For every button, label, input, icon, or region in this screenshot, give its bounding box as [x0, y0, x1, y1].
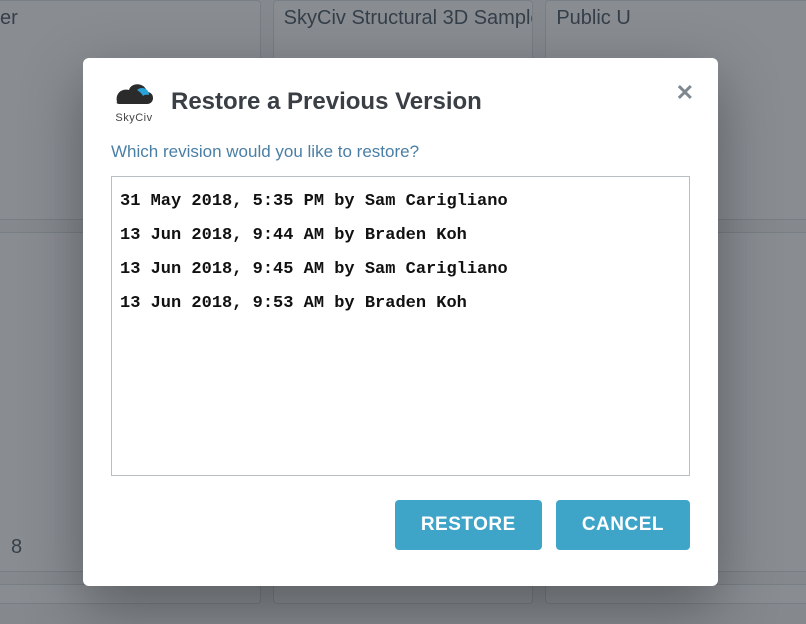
revision-item[interactable]: 13 Jun 2018, 9:44 AM by Braden Koh: [118, 219, 683, 253]
close-icon: ✕: [676, 80, 694, 105]
modal-subtitle: Which revision would you like to restore…: [111, 142, 690, 162]
modal-actions: RESTORE CANCEL: [111, 500, 690, 550]
restore-button[interactable]: RESTORE: [395, 500, 542, 550]
close-button[interactable]: ✕: [676, 82, 694, 104]
skyciv-logo-text: SkyCiv: [115, 112, 152, 124]
cancel-button[interactable]: CANCEL: [556, 500, 690, 550]
revision-item[interactable]: 13 Jun 2018, 9:53 AM by Braden Koh: [118, 287, 683, 321]
skyciv-logo: SkyCiv: [111, 80, 157, 124]
revision-list[interactable]: 31 May 2018, 5:35 PM by Sam Carigliano 1…: [111, 176, 690, 476]
revision-item[interactable]: 13 Jun 2018, 9:45 AM by Sam Carigliano: [118, 253, 683, 287]
revision-item[interactable]: 31 May 2018, 5:35 PM by Sam Carigliano: [118, 185, 683, 219]
modal-header: SkyCiv Restore a Previous Version ✕: [111, 80, 690, 124]
restore-version-modal: SkyCiv Restore a Previous Version ✕ Whic…: [83, 58, 718, 586]
modal-title: Restore a Previous Version: [171, 88, 482, 116]
skyciv-logo-icon: [111, 80, 157, 110]
